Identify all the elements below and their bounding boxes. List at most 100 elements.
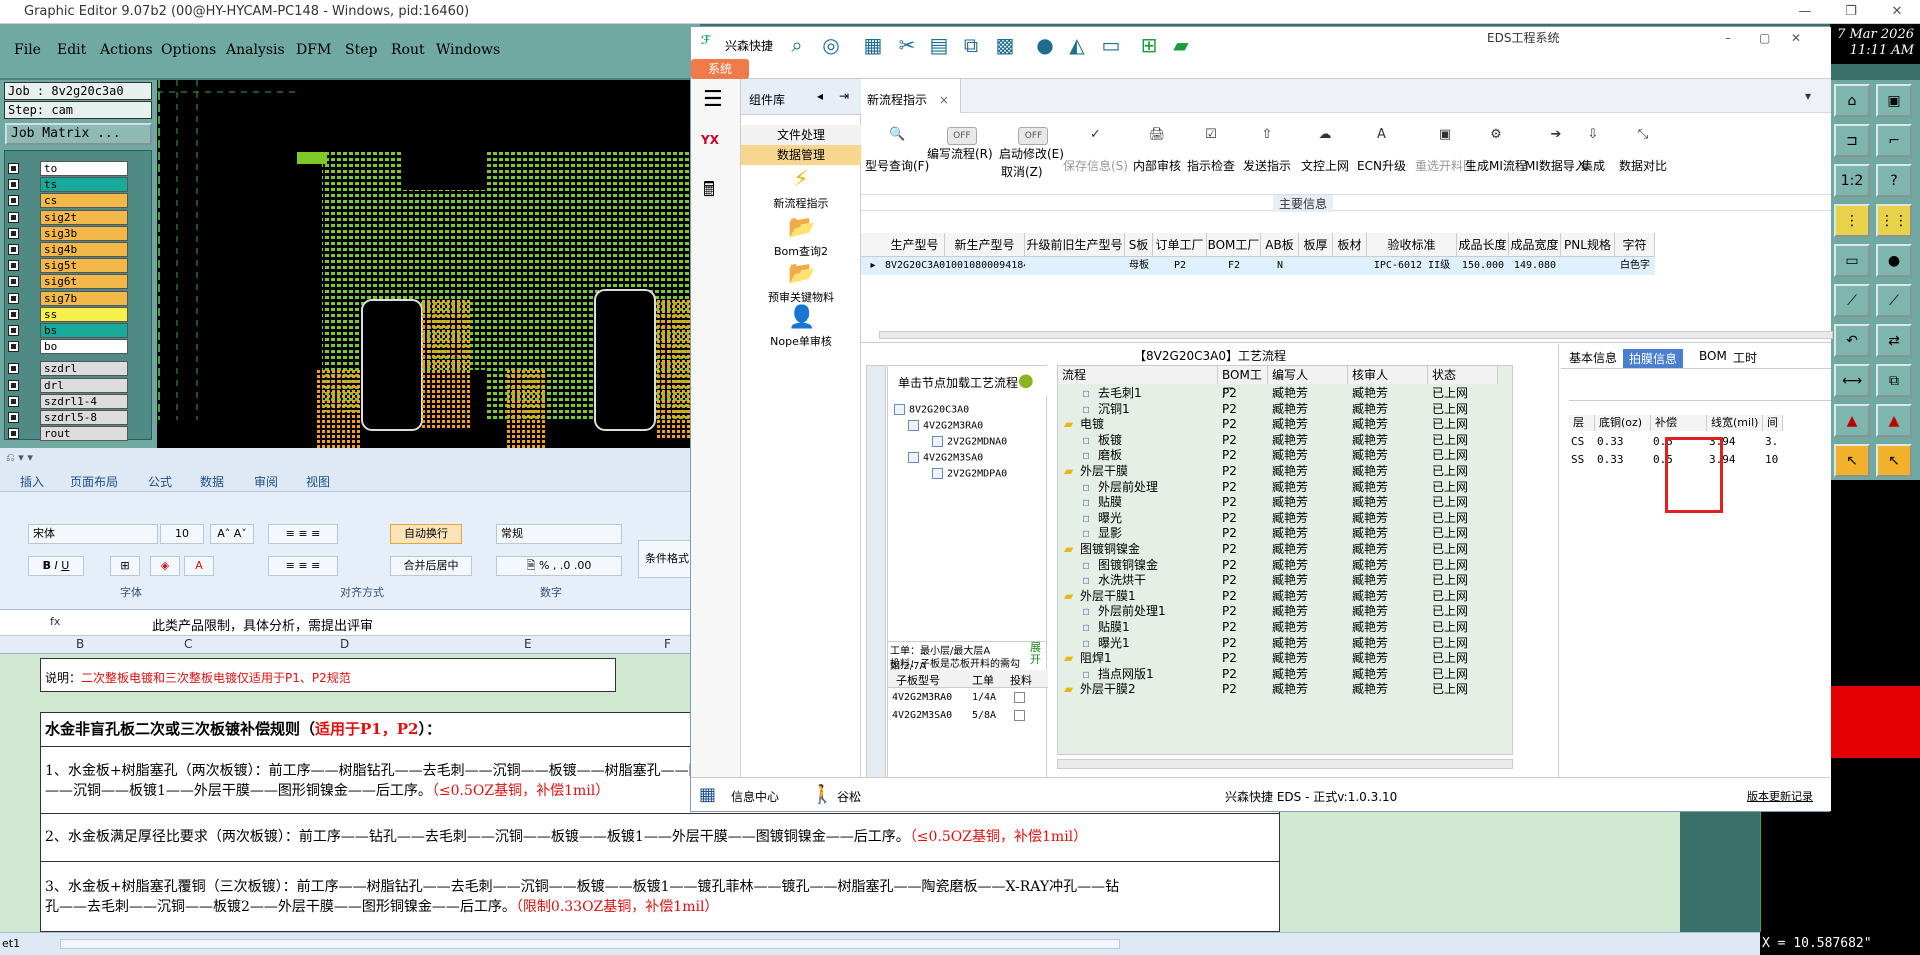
tool-button[interactable]: ⇩ 集成 xyxy=(1581,127,1605,174)
measure-icon[interactable]: ⟷ xyxy=(1834,364,1870,397)
tree-node-child[interactable]: 4V2G2M3RA0 xyxy=(908,420,983,432)
flow-row[interactable]: ▰ 电镀 P2 臧艳芳 臧艳芳 已上网 xyxy=(1058,417,1512,432)
menu-icon[interactable]: ☰ xyxy=(703,87,723,112)
chart-icon[interactable]: ◭ xyxy=(1065,33,1089,57)
grid-cell[interactable]: IPC-6012 II级 xyxy=(1367,257,1457,275)
layer-row[interactable]: sig4b xyxy=(6,242,152,257)
layer-checkbox[interactable] xyxy=(8,412,19,423)
flow-col-factory[interactable]: BOM工厂 xyxy=(1218,366,1268,400)
pcb-canvas[interactable] xyxy=(157,80,700,448)
layer-checkbox[interactable] xyxy=(8,260,19,272)
tool-button[interactable]: ✓ 保存信息(S) xyxy=(1063,127,1128,174)
grid-icon[interactable]: ▦ xyxy=(699,784,716,805)
minimize-icon[interactable]: — xyxy=(1782,0,1828,24)
layer-checkbox[interactable] xyxy=(8,163,19,174)
grid-col-header[interactable]: 成品宽度 xyxy=(1509,233,1561,257)
tab-review[interactable]: 审阅 xyxy=(254,473,278,490)
layer-name[interactable]: bs xyxy=(40,323,128,338)
yx-logo-icon[interactable]: YX xyxy=(701,133,719,147)
close-icon[interactable]: × xyxy=(939,93,949,107)
info-cell[interactable]: CS xyxy=(1571,433,1584,450)
col-line-width[interactable]: 线宽(mil) xyxy=(1707,415,1763,431)
feed-checkbox[interactable] xyxy=(1014,710,1025,721)
comp-bom-query[interactable]: 📂 Bom查询2 xyxy=(741,215,861,259)
info-center[interactable]: 信息中心 xyxy=(731,788,779,805)
layer-name[interactable]: sig7b xyxy=(40,290,128,306)
flow-col-status[interactable]: 状态 xyxy=(1428,366,1498,384)
layer-row[interactable]: szdrl1-4 xyxy=(6,393,152,409)
grid-cell[interactable] xyxy=(1561,257,1615,275)
layers-icon[interactable]: ⋮ xyxy=(1834,204,1870,237)
tool-button[interactable]: ⤡ 数据对比 xyxy=(1619,127,1667,174)
data-management-button[interactable]: 数据管理 xyxy=(741,145,861,165)
layer-name[interactable]: szdrl xyxy=(40,361,128,377)
flow-row[interactable]: ▫ 去毛刺1 P2 臧艳芳 臧艳芳 已上网 xyxy=(1058,386,1512,401)
tool-button[interactable]: ☁ 文控上网 xyxy=(1301,127,1349,174)
flow-col-reviewer[interactable]: 核审人 xyxy=(1348,366,1428,384)
grid-col-header[interactable]: 升级前旧生产型号 xyxy=(1025,233,1125,257)
grid-cell[interactable]: 母板 xyxy=(1125,257,1153,275)
col-header-b[interactable]: B xyxy=(76,637,84,651)
font-color-button[interactable]: A xyxy=(184,556,214,576)
col-header-c[interactable]: C xyxy=(184,637,192,651)
expand-button[interactable]: 展开 xyxy=(1030,642,1044,666)
layer-row[interactable]: bs xyxy=(6,323,152,338)
windows-icon[interactable]: ⊞ xyxy=(1137,33,1161,57)
grid-cell[interactable]: N xyxy=(1261,257,1299,275)
tool-button[interactable]: OFF 编写流程(R) xyxy=(927,127,993,162)
font-name-select[interactable]: 宋体 xyxy=(28,524,158,544)
flow-row[interactable]: ▫ 曝光1 P2 臧艳芳 臧艳芳 已上网 xyxy=(1058,636,1512,651)
layer-checkbox[interactable] xyxy=(8,325,19,336)
tab-view[interactable]: 视图 xyxy=(306,473,330,490)
copy-icon[interactable]: ⧉ xyxy=(1876,364,1912,397)
col-layer[interactable]: 层 xyxy=(1569,415,1595,431)
grid-col-header[interactable]: PNL规格 xyxy=(1561,233,1615,257)
grid-cell[interactable]: 150.000 xyxy=(1457,257,1509,275)
layer-row[interactable]: szdrl xyxy=(6,361,152,377)
layer-row[interactable]: sig2t xyxy=(6,209,152,225)
layer-name[interactable]: ts xyxy=(40,177,128,193)
cond-format-button[interactable]: 条件格式 xyxy=(638,540,696,578)
fill-color-button[interactable]: ◈ xyxy=(150,556,180,576)
flow-row[interactable]: ▰ 图镀铜镍金 P2 臧艳芳 臧艳芳 已上网 xyxy=(1058,542,1512,557)
layer-row[interactable]: sig5t xyxy=(6,258,152,274)
number-buttons[interactable]: 🗎 % , .0 .00 xyxy=(496,556,622,576)
info-cell[interactable]: 10 xyxy=(1765,451,1778,468)
menu-rout[interactable]: Rout xyxy=(391,42,425,58)
user-icon[interactable]: ● xyxy=(1033,33,1057,57)
flow-row[interactable]: ▰ 外层干膜 P2 臧艳芳 臧艳芳 已上网 xyxy=(1058,464,1512,479)
home-icon[interactable]: ⌂ xyxy=(1834,84,1870,117)
wrap-text-button[interactable]: 自动换行 xyxy=(390,524,462,544)
bold-italic-underline[interactable]: B I U xyxy=(28,556,84,576)
undo-icon[interactable]: ↶ xyxy=(1834,324,1870,357)
menu-file[interactable]: File xyxy=(14,42,41,58)
layer-name[interactable]: sig2t xyxy=(40,209,128,225)
grid-cell[interactable]: 10010800094184 xyxy=(945,257,1029,275)
layer-checkbox[interactable] xyxy=(8,395,19,407)
ruler-icon[interactable]: ▭ xyxy=(1834,244,1870,277)
tree-node-leaf[interactable]: 2V2G2MDNA0 xyxy=(932,436,1007,448)
menu-windows[interactable]: Windows xyxy=(436,42,500,58)
grid-col-header[interactable]: S板 xyxy=(1125,233,1153,257)
layer-checkbox[interactable] xyxy=(8,308,19,320)
grid-col-header[interactable]: 订单工厂 xyxy=(1153,233,1207,257)
col-spacing[interactable]: 间 xyxy=(1763,415,1783,431)
tab-insert[interactable]: 插入 xyxy=(20,473,44,490)
flow-row[interactable]: ▫ 贴膜1 P2 臧艳芳 臧艳芳 已上网 xyxy=(1058,620,1512,635)
tool-button[interactable]: OFF 启动修改(E) xyxy=(999,127,1064,162)
layer-checkbox[interactable] xyxy=(8,195,19,207)
flow-col-writer[interactable]: 编写人 xyxy=(1268,366,1348,384)
comp-nope-review[interactable]: 👤 Nope单审核 xyxy=(741,305,861,349)
cancel-label[interactable]: 取消(Z) xyxy=(1001,163,1043,180)
mask-icon[interactable]: ▲ xyxy=(1834,404,1870,437)
layers-alt-icon[interactable]: ⋮⋮ xyxy=(1876,204,1912,237)
film-icon[interactable]: ▤ xyxy=(927,33,951,57)
flow-hscrollbar[interactable] xyxy=(1057,759,1513,769)
layer-checkbox[interactable] xyxy=(8,341,19,353)
fx-icon[interactable]: fx xyxy=(50,615,60,628)
tool-button[interactable]: 🔍 型号查询(F) xyxy=(865,127,929,174)
monitor-icon[interactable]: ▭ xyxy=(1099,33,1123,57)
layer-checkbox[interactable] xyxy=(8,227,19,239)
tool-button[interactable]: A ECN升级 xyxy=(1357,127,1406,174)
tool-button[interactable]: ➔ MI数据导入 xyxy=(1525,127,1587,174)
